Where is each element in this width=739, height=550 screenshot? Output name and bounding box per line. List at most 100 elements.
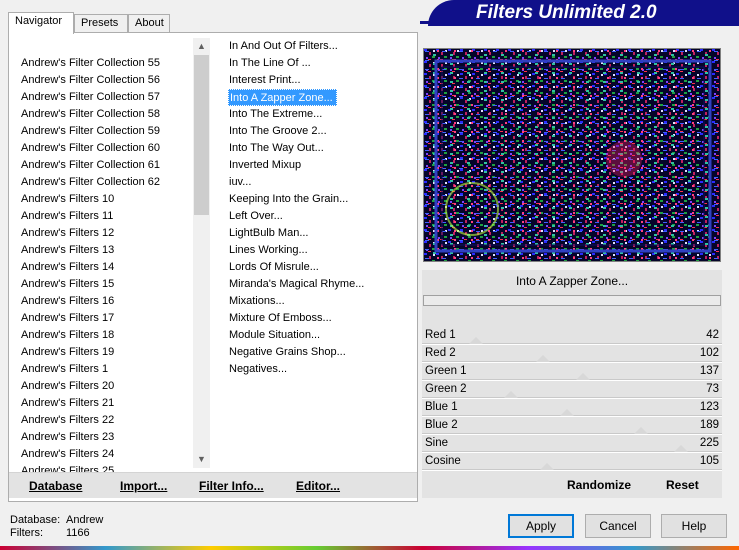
filter-item[interactable]: Inverted Mixup	[228, 157, 414, 174]
param-label: Sine	[425, 437, 449, 449]
category-item[interactable]: Andrew's Filters 21	[20, 395, 192, 412]
slider-thumb[interactable]	[633, 427, 648, 434]
filter-item[interactable]: Lords Of Misrule...	[228, 259, 414, 276]
category-item[interactable]: Andrew's Filters 13	[20, 242, 192, 259]
category-item[interactable]: Andrew's Filter Collection 56	[20, 72, 192, 89]
category-item[interactable]: Andrew's Filters 24	[20, 446, 192, 463]
slider-thumb[interactable]	[536, 355, 551, 362]
category-item[interactable]: Andrew's Filters 15	[20, 276, 192, 293]
help-button[interactable]: Help	[661, 514, 727, 538]
category-item[interactable]: Andrew's Filter Collection 61	[20, 157, 192, 174]
tab-about[interactable]: About	[128, 14, 170, 33]
param-label: Blue 2	[425, 419, 458, 431]
param-label: Green 1	[425, 365, 467, 377]
category-item[interactable]: Andrew's Filters 16	[20, 293, 192, 310]
filter-item[interactable]: Miranda's Magical Rhyme...	[228, 276, 414, 293]
param-value: 105	[699, 455, 719, 467]
slider-track[interactable]	[422, 469, 722, 471]
tab-presets[interactable]: Presets	[74, 14, 128, 33]
category-item[interactable]: Andrew's Filter Collection 62	[20, 174, 192, 191]
filter-item[interactable]: Into A Zapper Zone...	[228, 89, 337, 106]
filter-item[interactable]: iuv...	[228, 174, 414, 191]
selected-filter-title: Into A Zapper Zone...	[515, 274, 629, 288]
category-item[interactable]: Andrew's Filters 17	[20, 310, 192, 327]
category-scrollbar[interactable]: ▲ ▼	[193, 38, 210, 468]
param-label: Red 2	[425, 347, 456, 359]
param-slider-row[interactable]: Cosine 105	[422, 453, 722, 471]
category-item[interactable]: Andrew's Filters 11	[20, 208, 192, 225]
database-button[interactable]: Database	[29, 479, 82, 493]
filter-item[interactable]: In The Line Of ...	[228, 55, 414, 72]
filter-item[interactable]: Into The Way Out...	[228, 140, 414, 157]
filter-item[interactable]: Interest Print...	[228, 72, 414, 89]
desktop-strip	[0, 546, 739, 550]
param-value: 189	[699, 419, 719, 431]
filters-count-label: Filters:	[10, 527, 43, 539]
slider-thumb[interactable]	[674, 445, 689, 452]
reset-button[interactable]: Reset	[666, 478, 699, 492]
filter-item[interactable]: Mixture Of Emboss...	[228, 310, 414, 327]
filter-item[interactable]: Keeping Into the Grain...	[228, 191, 414, 208]
category-item[interactable]: Andrew's Filter Collection 55	[20, 55, 192, 72]
category-item[interactable]: Andrew's Filters 14	[20, 259, 192, 276]
param-slider-row[interactable]: Green 2 73	[422, 381, 722, 399]
category-item[interactable]: Andrew's Filter Collection 60	[20, 140, 192, 157]
filter-item[interactable]: Mixations...	[228, 293, 414, 310]
filter-item[interactable]: Into The Extreme...	[228, 106, 414, 123]
cancel-button[interactable]: Cancel	[585, 514, 651, 538]
category-item[interactable]: Andrew's Filter Collection 58	[20, 106, 192, 123]
category-item[interactable]: Andrew's Filter Collection 59	[20, 123, 192, 140]
category-item[interactable]: Andrew's Filters 20	[20, 378, 192, 395]
param-label: Green 2	[425, 383, 467, 395]
param-value: 73	[706, 383, 719, 395]
param-slider-row[interactable]: Sine 225	[422, 435, 722, 453]
filter-item[interactable]: Negatives...	[228, 361, 414, 378]
filter-item[interactable]: Negative Grains Shop...	[228, 344, 414, 361]
category-item[interactable]: Andrew's Filters 23	[20, 429, 192, 446]
filter-item[interactable]: Into The Groove 2...	[228, 123, 414, 140]
filter-info-button[interactable]: Filter Info...	[199, 479, 264, 493]
scroll-up-icon[interactable]: ▲	[193, 38, 210, 55]
database-status-value: Andrew	[66, 514, 104, 526]
category-item[interactable]: Andrew's Filters 12	[20, 225, 192, 242]
import-button[interactable]: Import...	[120, 479, 167, 493]
category-item[interactable]: Andrew's Filter Collection 57	[20, 89, 192, 106]
parameters-panel: Into A Zapper Zone... Red 1 42 Red 2 102 Gre…	[422, 270, 722, 498]
param-label: Blue 1	[425, 401, 458, 413]
filter-item[interactable]: LightBulb Man...	[228, 225, 414, 242]
param-label: Cosine	[425, 455, 461, 467]
category-item[interactable]: Andrew's Filters 18	[20, 327, 192, 344]
category-item[interactable]: Andrew's Filters 1	[20, 361, 192, 378]
apply-button[interactable]: Apply	[508, 514, 574, 538]
slider-thumb[interactable]	[503, 391, 518, 398]
filter-item[interactable]: Left Over...	[228, 208, 414, 225]
param-slider-row[interactable]: Blue 2 189	[422, 417, 722, 435]
slider-thumb[interactable]	[559, 409, 574, 416]
app-banner: Filters Unlimited 2.0	[428, 0, 739, 26]
editor-button[interactable]: Editor...	[296, 479, 340, 493]
filter-item[interactable]: Module Situation...	[228, 327, 414, 344]
preview-image	[424, 49, 720, 261]
database-status-label: Database:	[10, 514, 61, 526]
filter-list[interactable]: In And Out Of Filters... In The Line Of .…	[228, 38, 414, 378]
tab-navigator[interactable]: Navigator	[8, 12, 74, 34]
scroll-down-icon[interactable]: ▼	[193, 451, 210, 468]
randomize-button[interactable]: Randomize	[567, 478, 631, 492]
navigator-toolbar: Database Import... Filter Info... Editor…	[9, 472, 417, 498]
filter-item[interactable]: In And Out Of Filters...	[228, 38, 414, 55]
slider-thumb[interactable]	[575, 373, 590, 380]
status-area: Database: Andrew Filters: 1166	[10, 514, 103, 540]
param-slider-row[interactable]: Green 1 137	[422, 363, 722, 381]
category-item[interactable]: Andrew's Filters 22	[20, 412, 192, 429]
slider-thumb[interactable]	[469, 337, 484, 344]
filter-item[interactable]: Lines Working...	[228, 242, 414, 259]
slider-thumb[interactable]	[539, 463, 554, 470]
param-value: 102	[699, 347, 719, 359]
category-item[interactable]: Andrew's Filters 19	[20, 344, 192, 361]
param-slider-row[interactable]: Red 1 42	[422, 327, 722, 345]
scroll-thumb[interactable]	[194, 55, 209, 215]
category-item[interactable]: Andrew's Filters 10	[20, 191, 192, 208]
category-list[interactable]: Andrew's Filter Collection 55 Andrew's Fi…	[20, 55, 192, 497]
param-slider-row[interactable]: Red 2 102	[422, 345, 722, 363]
param-slider-row[interactable]: Blue 1 123	[422, 399, 722, 417]
